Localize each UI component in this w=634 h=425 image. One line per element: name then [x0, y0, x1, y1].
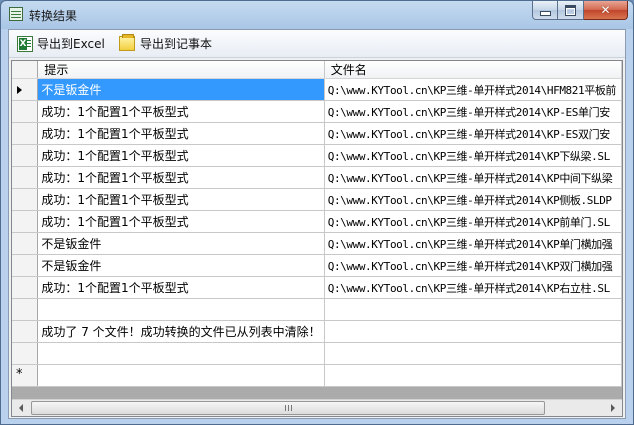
filename-cell[interactable]	[324, 320, 622, 343]
filename-cell[interactable]	[324, 342, 622, 365]
hint-cell[interactable]: 成功：1个配置1个平板型式	[37, 100, 325, 123]
excel-icon	[17, 35, 33, 52]
caption-buttons: ✕	[532, 1, 628, 20]
row-header[interactable]	[12, 122, 39, 145]
export-notepad-button[interactable]: 导出到记事本	[119, 34, 212, 53]
row-header[interactable]	[12, 298, 39, 321]
hint-cell[interactable]: 不是钣金件	[37, 232, 325, 255]
hint-cell[interactable]: 成功：1个配置1个平板型式	[37, 122, 325, 145]
arrow-right-icon	[611, 404, 615, 412]
hint-cell[interactable]: 成功：1个配置1个平板型式	[37, 166, 325, 189]
table-row[interactable]: 成功：1个配置1个平板型式 Q:\www.KYTool.cn\KP三维-单开样式2…	[12, 188, 622, 211]
new-row[interactable]: *	[12, 364, 622, 387]
minimize-button[interactable]	[532, 1, 558, 20]
notepad-folder-icon	[119, 34, 135, 51]
filename-cell[interactable]: Q:\www.KYTool.cn\KP三维-单开样式2014\KP-ES单门安	[324, 100, 622, 123]
row-header[interactable]: *	[12, 364, 39, 387]
table-row[interactable]	[12, 342, 622, 365]
row-header[interactable]	[12, 144, 39, 167]
table-row[interactable]: 成功：1个配置1个平板型式 Q:\www.KYTool.cn\KP三维-单开样式2…	[12, 210, 622, 233]
row-header[interactable]	[12, 320, 39, 343]
toolbar: 导出到Excel 导出到记事本	[9, 30, 625, 58]
hint-cell[interactable]: 成功：1个配置1个平板型式	[37, 276, 325, 299]
row-header[interactable]	[12, 276, 39, 299]
row-header[interactable]	[12, 100, 39, 123]
grid-body: 不是钣金件 Q:\www.KYTool.cn\KP三维-单开样式2014\HFM8…	[12, 78, 622, 387]
filename-cell[interactable]	[324, 364, 622, 387]
app-table-icon	[9, 7, 23, 21]
results-grid[interactable]: 提示 文件名 不是钣金件 Q:\www.KYTool.cn\KP三维-单开样式20…	[11, 60, 623, 417]
new-row-marker: *	[16, 367, 23, 382]
filename-cell[interactable]: Q:\www.KYTool.cn\KP三维-单开样式2014\HFM821平板前	[324, 78, 622, 101]
row-header[interactable]	[12, 254, 39, 277]
header-row: 提示 文件名	[12, 61, 622, 79]
filename-cell[interactable]: Q:\www.KYTool.cn\KP三维-单开样式2014\KP前单门.SL	[324, 210, 622, 233]
current-row-arrow-icon	[17, 86, 22, 94]
row-header[interactable]	[12, 78, 39, 101]
result-window: 转换结果 ✕ 导出到Excel 导出到记事本	[0, 0, 634, 425]
filename-cell[interactable]: Q:\www.KYTool.cn\KP三维-单开样式2014\KP侧板.SLDP	[324, 188, 622, 211]
row-header[interactable]	[12, 210, 39, 233]
export-notepad-label: 导出到记事本	[140, 37, 213, 51]
filename-cell[interactable]: Q:\www.KYTool.cn\KP三维-单开样式2014\KP双门横加强	[324, 254, 622, 277]
maximize-icon	[565, 4, 576, 16]
hint-cell[interactable]	[37, 342, 325, 365]
hint-cell[interactable]: 成功：1个配置1个平板型式	[37, 144, 325, 167]
hint-cell[interactable]: 成功：1个配置1个平板型式	[37, 188, 325, 211]
filename-cell[interactable]: Q:\www.KYTool.cn\KP三维-单开样式2014\KP单门横加强	[324, 232, 622, 255]
filename-cell[interactable]: Q:\www.KYTool.cn\KP三维-单开样式2014\KP下纵梁.SL	[324, 144, 622, 167]
scroll-right-button[interactable]	[605, 401, 621, 415]
hint-cell[interactable]: 成功了 7 个文件！成功转换的文件已从列表中清除！	[37, 320, 325, 343]
filename-cell[interactable]: Q:\www.KYTool.cn\KP三维-单开样式2014\KP中间下纵梁	[324, 166, 622, 189]
minimize-icon	[539, 10, 551, 16]
filename-cell[interactable]	[324, 298, 622, 321]
export-excel-button[interactable]: 导出到Excel	[17, 34, 105, 53]
scroll-thumb[interactable]	[31, 401, 545, 415]
table-row[interactable]: 不是钣金件 Q:\www.KYTool.cn\KP三维-单开样式2014\HFM8…	[12, 78, 622, 101]
hint-cell[interactable]	[37, 364, 325, 387]
row-header[interactable]	[12, 232, 39, 255]
table-row[interactable]: 成功：1个配置1个平板型式 Q:\www.KYTool.cn\KP三维-单开样式2…	[12, 276, 622, 299]
table-row[interactable]	[12, 298, 622, 321]
grip-icon	[285, 405, 293, 411]
scroll-left-button[interactable]	[13, 401, 29, 415]
export-excel-label: 导出到Excel	[37, 37, 105, 51]
table-row[interactable]: 成功了 7 个文件！成功转换的文件已从列表中清除！	[12, 320, 622, 343]
row-header[interactable]	[12, 342, 39, 365]
table-row[interactable]: 成功：1个配置1个平板型式 Q:\www.KYTool.cn\KP三维-单开样式2…	[12, 100, 622, 123]
table-row[interactable]: 不是钣金件 Q:\www.KYTool.cn\KP三维-单开样式2014\KP单门…	[12, 232, 622, 255]
window-title: 转换结果	[29, 9, 78, 23]
table-row[interactable]: 成功：1个配置1个平板型式 Q:\www.KYTool.cn\KP三维-单开样式2…	[12, 122, 622, 145]
results-table: 提示 文件名 不是钣金件 Q:\www.KYTool.cn\KP三维-单开样式20…	[12, 61, 622, 387]
table-row[interactable]: 不是钣金件 Q:\www.KYTool.cn\KP三维-单开样式2014\KP双门…	[12, 254, 622, 277]
table-row[interactable]: 成功：1个配置1个平板型式 Q:\www.KYTool.cn\KP三维-单开样式2…	[12, 166, 622, 189]
hint-cell[interactable]	[37, 298, 325, 321]
close-icon: ✕	[600, 3, 611, 17]
maximize-button[interactable]	[558, 1, 584, 20]
hint-cell[interactable]: 不是钣金件	[37, 254, 325, 277]
table-row[interactable]: 成功：1个配置1个平板型式 Q:\www.KYTool.cn\KP三维-单开样式2…	[12, 144, 622, 167]
filename-cell[interactable]: Q:\www.KYTool.cn\KP三维-单开样式2014\KP-ES双门安	[324, 122, 622, 145]
close-button[interactable]: ✕	[584, 1, 628, 20]
arrow-left-icon	[19, 404, 23, 412]
column-header-hint[interactable]: 提示	[37, 61, 325, 79]
hint-cell[interactable]: 不是钣金件	[37, 78, 325, 101]
window-content: 导出到Excel 导出到记事本 提示 文件名	[8, 29, 626, 419]
hint-cell[interactable]: 成功：1个配置1个平板型式	[37, 210, 325, 233]
row-header[interactable]	[12, 166, 39, 189]
column-header-filename[interactable]: 文件名	[324, 61, 622, 79]
horizontal-scrollbar[interactable]	[12, 399, 622, 416]
row-header[interactable]	[12, 188, 39, 211]
filename-cell[interactable]: Q:\www.KYTool.cn\KP三维-单开样式2014\KP右立柱.SL	[324, 276, 622, 299]
title-bar[interactable]: 转换结果 ✕	[1, 1, 633, 29]
corner-header[interactable]	[12, 61, 39, 79]
